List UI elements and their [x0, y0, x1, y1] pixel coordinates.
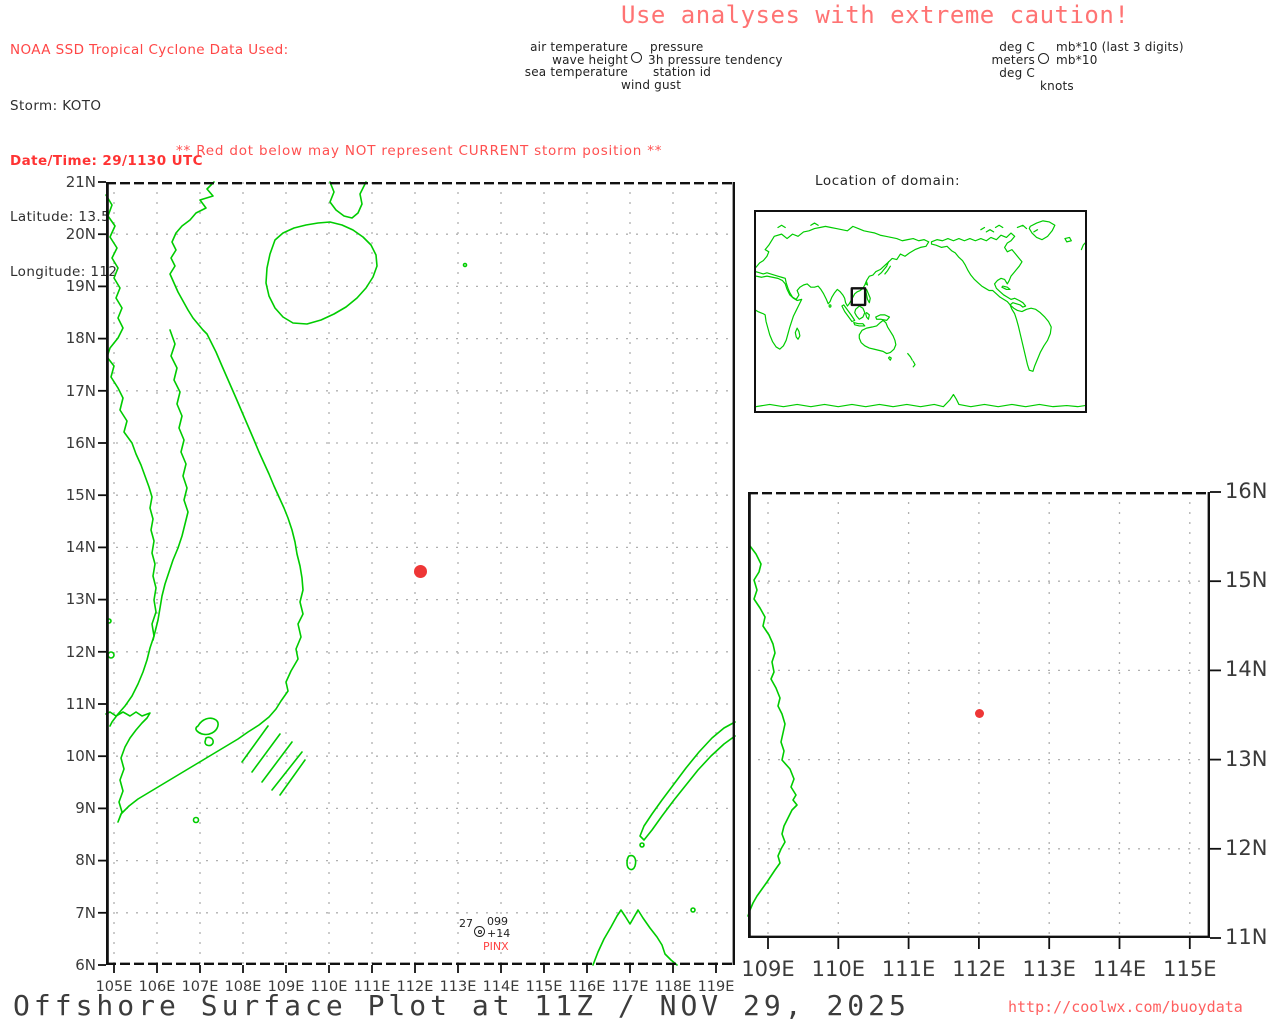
madagascar: [795, 328, 800, 339]
legend-unit-mb: mb*10: [1056, 53, 1098, 67]
north-america: [931, 233, 1025, 307]
south-america: [1010, 305, 1051, 371]
river-line: [105, 194, 157, 727]
small-island: [192, 816, 200, 824]
lat-tick-label: 17N: [65, 381, 96, 400]
eurasia: [756, 226, 929, 306]
world-inset-canvas: [756, 212, 1085, 411]
main-map: 27 099 +14 PINX 105E 106E 107E 108E 109E 110E…: [66, 173, 736, 995]
delta-channels: [241, 725, 306, 796]
new-guinea: [876, 315, 890, 321]
legend-unit-meters: meters: [991, 53, 1035, 67]
small-island: [107, 651, 115, 659]
legend-wind-gust: wind gust: [621, 77, 682, 92]
lat-tick-label: 11N: [65, 694, 96, 713]
cuba: [1002, 286, 1010, 289]
palawan-island: [639, 721, 736, 841]
small-island: [690, 907, 696, 913]
plot-title: Offshore Surface Plot at 11Z / NOV 29, 2…: [13, 989, 910, 1022]
detail-map: 109E 110E 111E 112E 113E 114E 115E 16N 15N 14N 13N…: [741, 479, 1267, 981]
caution-banner: Use analyses with extreme caution!: [621, 1, 1130, 29]
lat-tick-label: 15N: [65, 485, 96, 504]
greenland: [1029, 221, 1055, 240]
storm-position-warning: ** Red dot below may NOT represent CURRE…: [176, 143, 663, 159]
legend-sea-temperature: sea temperature: [524, 65, 628, 79]
legend-unit-knots: knots: [1040, 79, 1074, 93]
station-plot-inner-circle-icon: [477, 929, 482, 934]
storm-position-dot: [414, 565, 427, 578]
lake: [195, 717, 219, 747]
lon-tick-label: 111E: [881, 957, 936, 981]
antarctica: [756, 394, 1085, 406]
lat-tick-label: 13N: [65, 590, 96, 609]
leizhou-peninsula: [329, 181, 367, 219]
sumatra: [842, 305, 855, 322]
small-island: [639, 842, 645, 848]
lat-tick-label: 7N: [75, 903, 96, 922]
sulawesi: [866, 313, 870, 320]
lon-tick-label: 109E: [741, 957, 795, 981]
legend-unit-degc-air: deg C: [999, 40, 1035, 54]
lat-tick-label: 12N: [65, 642, 96, 661]
tasmania: [889, 357, 892, 360]
legend-unit-degc-sea: deg C: [999, 66, 1035, 80]
small-island: [626, 854, 637, 871]
legend-unit-mb-last3: mb*10 (last 3 digits): [1056, 40, 1184, 54]
lat-tick-label: 8N: [75, 851, 96, 870]
taiwan: [866, 282, 868, 285]
lat-tick-label: 16N: [1225, 478, 1268, 503]
lat-tick-label: 11N: [1225, 924, 1268, 949]
hainan-island: [265, 221, 378, 325]
lat-tick-label: 10N: [65, 746, 96, 765]
storm-position-dot: [974, 708, 984, 718]
new-zealand: [908, 354, 915, 367]
borneo: [855, 306, 865, 319]
world-coastline-layer: [756, 221, 1085, 407]
vietnam-coastline: [747, 545, 798, 917]
legend-station-id: station id: [653, 65, 712, 79]
world-inset-map: [754, 210, 1087, 413]
source-url: http://coolwx.com/buoydata: [1008, 998, 1243, 1016]
small-island: [462, 262, 468, 268]
sri-lanka: [829, 305, 831, 307]
lat-tick-label: 19N: [65, 277, 96, 296]
lon-tick-label: 113E: [1022, 957, 1076, 981]
lat-tick-label: 18N: [65, 329, 96, 348]
tc-storm-line: Storm: KOTO: [10, 97, 102, 114]
borneo-coast: [592, 909, 678, 966]
station-id: PINX: [483, 940, 509, 953]
station-air-temp: 27: [459, 917, 473, 930]
station-circle-icon: [1038, 53, 1049, 64]
java: [854, 323, 865, 326]
lon-tick-label: 114E: [1092, 957, 1147, 981]
river-line: [152, 329, 189, 641]
japan: [878, 262, 890, 275]
lat-tick-label: 13N: [1225, 746, 1268, 771]
lat-tick-label: 20N: [65, 224, 96, 243]
lat-tick-label: 16N: [65, 433, 96, 452]
lat-tick-label: 14N: [1225, 657, 1268, 682]
tc-source-line: NOAA SSD Tropical Cyclone Data Used:: [10, 42, 289, 58]
africa: [756, 276, 802, 349]
lat-tick-label: 9N: [75, 799, 96, 818]
philippines: [866, 289, 871, 302]
lon-tick-label: 110E: [811, 957, 865, 981]
station-circle-icon: [631, 52, 642, 63]
lat-tick-label: 15N: [1225, 568, 1268, 593]
offshore-surface-plot-page: NOAA SSD Tropical Cyclone Data Used: Sto…: [0, 0, 1280, 1024]
lon-tick-label: 112E: [952, 957, 1006, 981]
lat-tick-label: 6N: [75, 955, 96, 974]
lat-tick-label: 12N: [1225, 835, 1268, 860]
lon-tick-label: 115E: [1163, 957, 1217, 981]
lat-tick-label: 14N: [65, 538, 96, 557]
coastline-layer: [747, 545, 798, 917]
lat-tick-label: 21N: [65, 172, 96, 191]
mainland-coastline: [105, 181, 304, 823]
station-pressure-tendency: +14: [487, 927, 511, 940]
inset-title: Location of domain:: [815, 173, 961, 189]
